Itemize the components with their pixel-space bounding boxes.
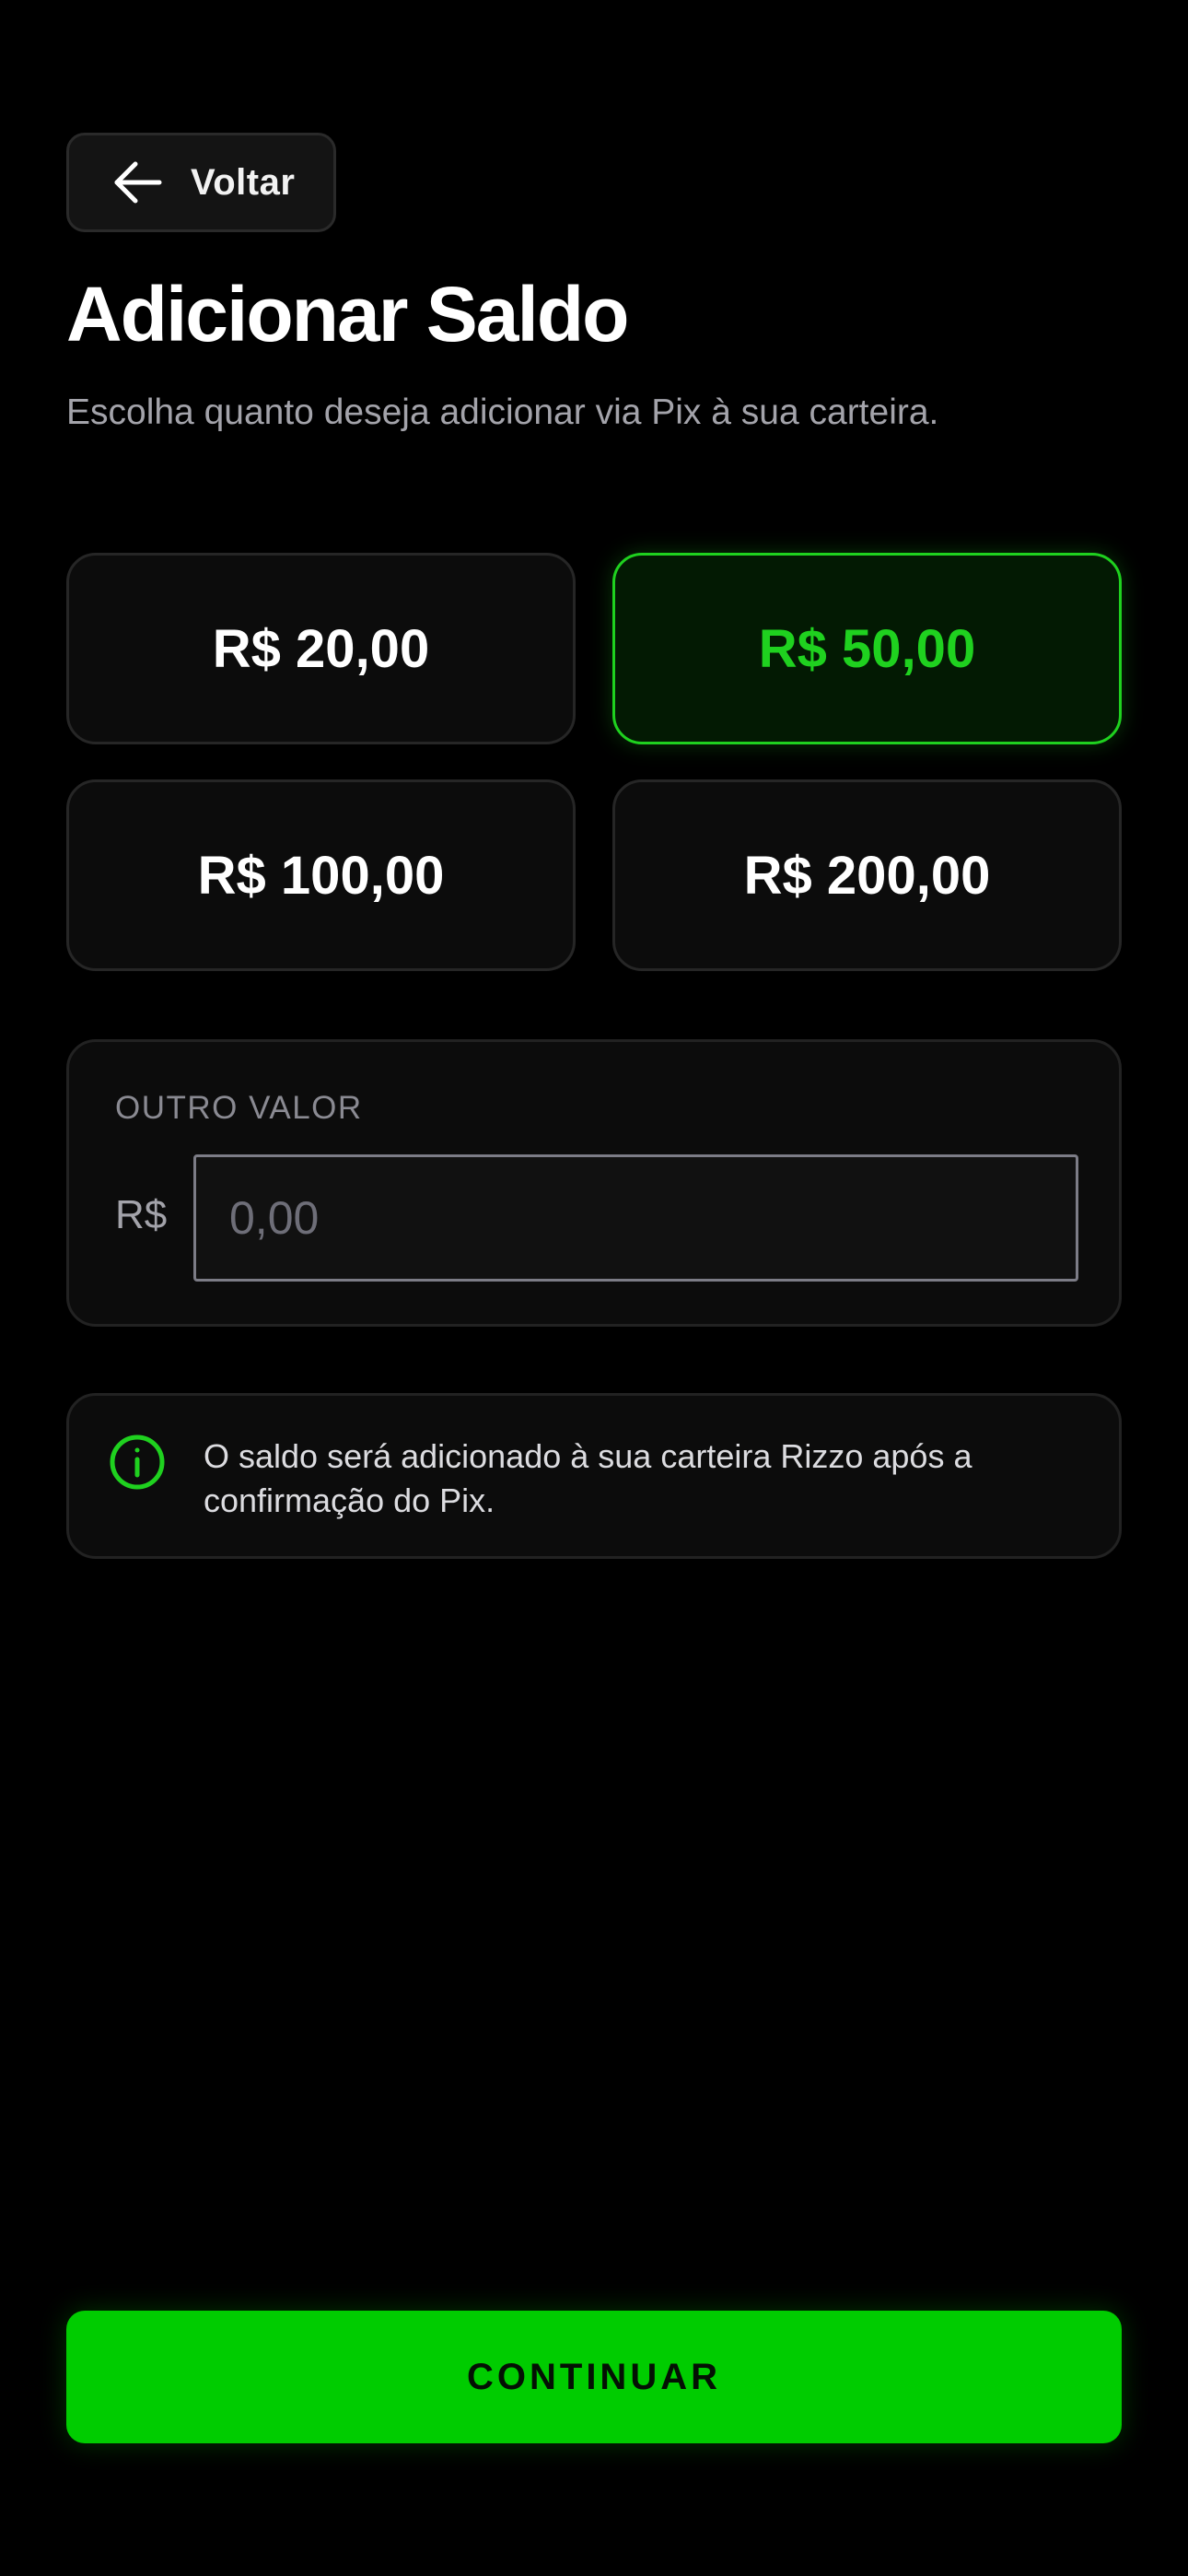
- custom-amount-card: OUTRO VALOR R$: [66, 1039, 1122, 1327]
- info-circle-icon: [108, 1433, 167, 1492]
- info-text: O saldo será adicionado à sua carteira R…: [204, 1437, 973, 1519]
- amount-option-100[interactable]: R$ 100,00: [66, 779, 576, 971]
- amount-options-grid: R$ 20,00 R$ 50,00 R$ 100,00 R$ 200,00: [66, 553, 1122, 971]
- currency-prefix: R$: [115, 1192, 168, 1237]
- amount-option-50[interactable]: R$ 50,00: [612, 553, 1122, 744]
- custom-amount-label: OUTRO VALOR: [115, 1090, 363, 1126]
- back-button[interactable]: Voltar: [66, 133, 336, 232]
- info-notice: O saldo será adicionado à sua carteira R…: [66, 1393, 1122, 1559]
- amount-option-20[interactable]: R$ 20,00: [66, 553, 576, 744]
- page-subtitle: Escolha quanto deseja adicionar via Pix …: [66, 392, 939, 432]
- custom-amount-input[interactable]: [193, 1154, 1078, 1282]
- back-label: Voltar: [191, 161, 296, 203]
- page-title: Adicionar Saldo: [66, 271, 629, 357]
- amount-option-200[interactable]: R$ 200,00: [612, 779, 1122, 971]
- arrow-left-icon: [111, 160, 163, 205]
- continue-button[interactable]: CONTINUAR: [66, 2311, 1122, 2443]
- add-balance-screen: Voltar Adicionar Saldo Escolha quanto de…: [0, 0, 1188, 2576]
